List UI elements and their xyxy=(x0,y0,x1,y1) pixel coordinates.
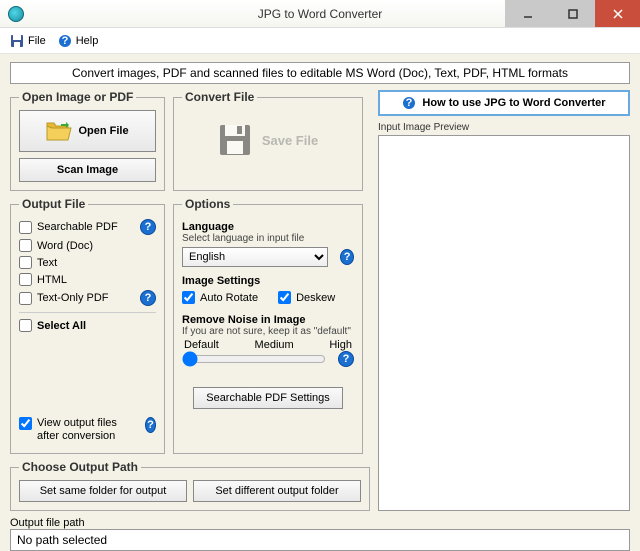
select-all-row: Select All xyxy=(19,317,156,334)
noise-help[interactable]: ? xyxy=(338,351,354,367)
content: Convert images, PDF and scanned files to… xyxy=(0,54,640,551)
language-select[interactable]: English xyxy=(182,247,328,267)
text-only-pdf-row: Text-Only PDF ? xyxy=(19,288,156,308)
divider xyxy=(19,312,156,313)
file-menu-label: File xyxy=(28,35,46,47)
html-label: HTML xyxy=(37,274,67,286)
convert-file-group: Convert File Save File xyxy=(173,90,363,191)
noise-slider[interactable] xyxy=(182,351,326,367)
close-button[interactable] xyxy=(595,0,640,27)
remove-noise-hint: If you are not sure, keep it as "default… xyxy=(182,326,354,337)
auto-rotate-label: Auto Rotate xyxy=(200,292,258,304)
folder-open-icon xyxy=(46,120,72,142)
deskew-row: Deskew xyxy=(278,289,335,306)
auto-rotate-row: Auto Rotate xyxy=(182,289,258,306)
text-only-pdf-label: Text-Only PDF xyxy=(37,292,109,304)
text-label: Text xyxy=(37,257,57,269)
deskew-checkbox[interactable] xyxy=(278,291,291,304)
output-path-value: No path selected xyxy=(10,529,630,551)
scan-image-label: Scan Image xyxy=(57,164,118,176)
language-hint: Select language in input file xyxy=(182,233,354,244)
options-legend: Options xyxy=(182,197,233,211)
app-icon xyxy=(8,6,24,22)
word-doc-label: Word (Doc) xyxy=(37,240,93,252)
searchable-pdf-settings-label: Searchable PDF Settings xyxy=(206,392,330,404)
help-menu-label: Help xyxy=(76,35,99,47)
view-after-label: View output files after conversion xyxy=(37,417,140,443)
window-title: JPG to Word Converter xyxy=(258,7,383,21)
titlebar: JPG to Word Converter xyxy=(0,0,640,28)
output-path-label: Output file path xyxy=(10,517,630,529)
preview-box xyxy=(378,135,630,511)
help-icon: ? xyxy=(58,34,72,48)
auto-rotate-checkbox[interactable] xyxy=(182,291,195,304)
text-row: Text xyxy=(19,254,156,271)
word-doc-checkbox[interactable] xyxy=(19,239,32,252)
word-doc-row: Word (Doc) xyxy=(19,237,156,254)
slider-labels: Default Medium High xyxy=(182,339,354,351)
language-label: Language xyxy=(182,221,354,233)
convert-file-legend: Convert File xyxy=(182,90,257,104)
text-only-pdf-checkbox[interactable] xyxy=(19,292,32,305)
searchable-pdf-settings-button[interactable]: Searchable PDF Settings xyxy=(193,387,343,409)
output-file-group: Output File Searchable PDF ? Word (Doc) … xyxy=(10,197,165,454)
text-only-pdf-help[interactable]: ? xyxy=(140,290,156,306)
deskew-label: Deskew xyxy=(296,292,335,304)
open-image-group: Open Image or PDF Open File Scan Image xyxy=(10,90,165,191)
file-menu[interactable]: File xyxy=(10,34,46,48)
slider-medium-label: Medium xyxy=(255,339,294,351)
open-image-legend: Open Image or PDF xyxy=(19,90,136,104)
html-checkbox[interactable] xyxy=(19,273,32,286)
open-file-button[interactable]: Open File xyxy=(19,110,156,152)
same-folder-label: Set same folder for output xyxy=(40,485,167,497)
howto-label: How to use JPG to Word Converter xyxy=(422,97,605,109)
diff-folder-label: Set different output folder xyxy=(215,485,338,497)
open-file-label: Open File xyxy=(78,125,128,137)
diff-folder-button[interactable]: Set different output folder xyxy=(193,480,361,502)
scan-image-button[interactable]: Scan Image xyxy=(19,158,156,182)
help-menu[interactable]: ? Help xyxy=(58,34,99,48)
menubar: File ? Help xyxy=(0,28,640,54)
searchable-pdf-help[interactable]: ? xyxy=(140,219,156,235)
same-folder-button[interactable]: Set same folder for output xyxy=(19,480,187,502)
searchable-pdf-row: Searchable PDF ? xyxy=(19,217,156,237)
maximize-button[interactable] xyxy=(550,0,595,27)
svg-text:?: ? xyxy=(61,35,68,47)
html-row: HTML xyxy=(19,271,156,288)
choose-output-path-legend: Choose Output Path xyxy=(19,460,141,474)
floppy-disk-icon xyxy=(218,123,252,157)
searchable-pdf-label: Searchable PDF xyxy=(37,221,118,233)
select-all-label: Select All xyxy=(37,320,86,332)
help-icon: ? xyxy=(402,96,416,110)
remove-noise-label: Remove Noise in Image xyxy=(182,314,354,326)
preview-label: Input Image Preview xyxy=(378,122,630,133)
svg-text:?: ? xyxy=(406,97,413,109)
choose-output-path-group: Choose Output Path Set same folder for o… xyxy=(10,460,370,511)
save-file-label: Save File xyxy=(262,133,318,148)
options-group: Options Language Select language in inpu… xyxy=(173,197,363,454)
minimize-button[interactable] xyxy=(505,0,550,27)
view-after-checkbox[interactable] xyxy=(19,417,32,430)
select-all-checkbox[interactable] xyxy=(19,319,32,332)
disk-icon xyxy=(10,34,24,48)
slider-high-label: High xyxy=(329,339,352,351)
view-after-row: View output files after conversion ? xyxy=(19,415,156,445)
view-after-help[interactable]: ? xyxy=(145,417,156,433)
output-file-legend: Output File xyxy=(19,197,88,211)
language-help[interactable]: ? xyxy=(340,249,354,265)
description-banner: Convert images, PDF and scanned files to… xyxy=(10,62,630,84)
window-controls xyxy=(505,0,640,27)
searchable-pdf-checkbox[interactable] xyxy=(19,221,32,234)
image-settings-label: Image Settings xyxy=(182,275,354,287)
howto-button[interactable]: ? How to use JPG to Word Converter xyxy=(378,90,630,116)
slider-default-label: Default xyxy=(184,339,219,351)
text-checkbox[interactable] xyxy=(19,256,32,269)
